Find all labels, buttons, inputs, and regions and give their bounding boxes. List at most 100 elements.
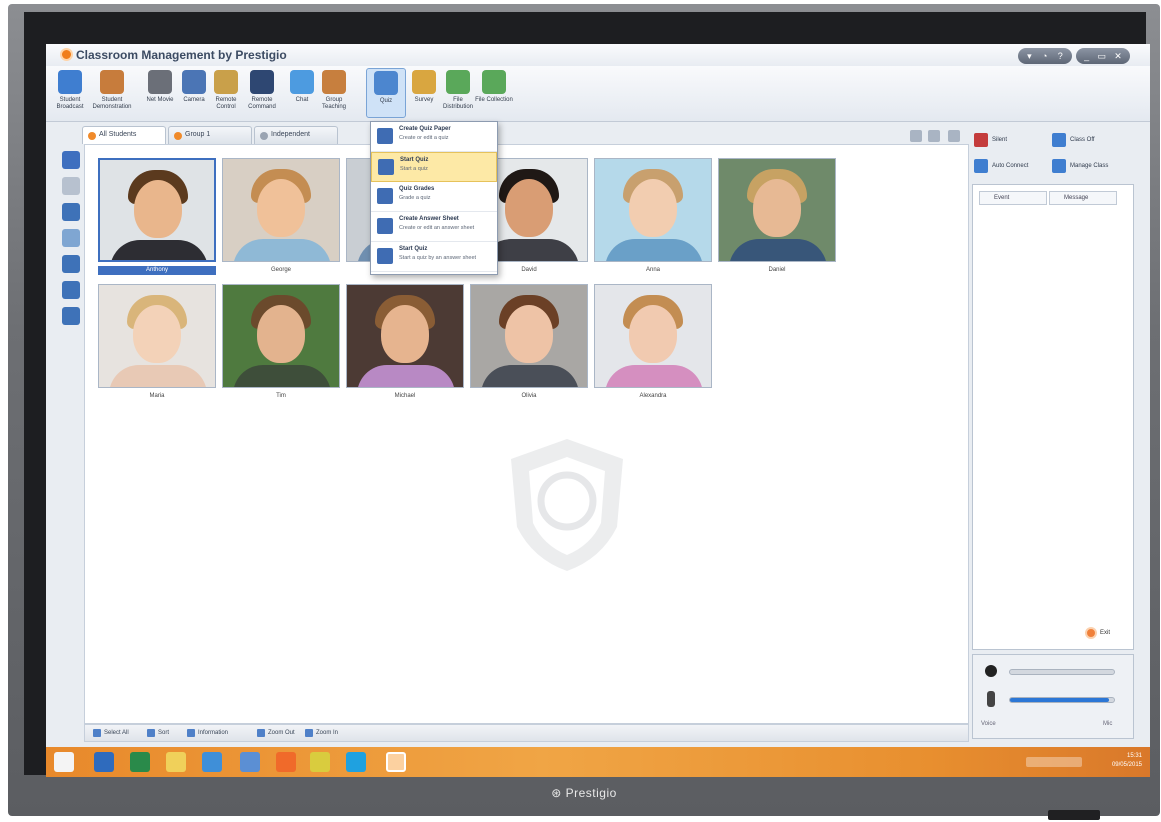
class-off-icon <box>1052 133 1066 147</box>
system-tray[interactable] <box>1026 757 1082 767</box>
student-photo <box>222 158 340 262</box>
status-select-all-button[interactable]: Select All <box>93 729 129 737</box>
internet-explorer-icon[interactable] <box>202 752 222 772</box>
class-off-button[interactable]: Class Off <box>1052 130 1095 150</box>
tab-group-1[interactable]: Group 1 <box>168 126 252 144</box>
view-options-icon[interactable] <box>948 130 960 142</box>
ribbon-button-label: Group Teaching <box>321 97 347 110</box>
dropdown-icon[interactable]: ▾ <box>1027 51 1032 62</box>
quiz-menu-item[interactable]: Create Answer Sheet Create or edit an ans… <box>371 212 497 242</box>
start-icon[interactable] <box>54 752 74 772</box>
quiz-menu-item[interactable]: Start Quiz Start a quiz by an answer shee… <box>371 242 497 272</box>
ribbon-button-quiz[interactable]: Quiz <box>366 68 406 118</box>
silent-button[interactable]: Silent <box>974 130 1007 150</box>
document-view-icon[interactable] <box>62 255 80 273</box>
student-photo <box>594 284 712 388</box>
ribbon-button-group-teaching[interactable]: Group Teaching <box>314 68 354 118</box>
user-view-icon[interactable] <box>62 281 80 299</box>
status-zoom-out-button[interactable]: Zoom Out <box>257 729 295 737</box>
quiz-menu-item[interactable]: Start Quiz Start a quiz <box>371 152 497 182</box>
manage-class-label: Manage Class <box>1070 163 1109 169</box>
network-icon[interactable] <box>240 752 260 772</box>
ribbon-button-student-broadcast[interactable]: Student Broadcast <box>50 68 90 118</box>
ribbon-button-remote-command[interactable]: Remote Command <box>242 68 282 118</box>
window-tools-group: ▾ ◔ ? <box>1018 48 1072 64</box>
quiz-menu-item[interactable]: Create Quiz Paper Create or edit a quiz <box>371 122 497 152</box>
student-tile[interactable]: Michael <box>346 284 464 401</box>
firefox-icon[interactable] <box>276 752 296 772</box>
status-item-label: Zoom Out <box>268 730 295 736</box>
menu-item-title: Start Quiz <box>400 157 429 163</box>
screen-view-icon[interactable] <box>62 229 80 247</box>
tab-all-students[interactable]: All Students <box>82 126 166 144</box>
mic-volume-slider[interactable] <box>1009 697 1115 703</box>
survey-icon <box>412 70 436 94</box>
list-view-icon[interactable] <box>62 177 80 195</box>
close-button[interactable]: ✕ <box>1114 51 1122 62</box>
status-sort-button[interactable]: Sort <box>147 729 169 737</box>
event-message-panel: Event Message Exit <box>972 184 1134 650</box>
student-tile[interactable]: Olivia <box>470 284 588 401</box>
tab-status-icon <box>174 132 182 140</box>
ribbon-button-student-demonstration[interactable]: Student Demonstration <box>92 68 132 118</box>
skin-icon[interactable]: ◔ <box>1042 51 1047 61</box>
student-name: Olivia <box>521 393 537 399</box>
student-tile[interactable]: Maria <box>98 284 216 401</box>
classroom-app-icon[interactable] <box>386 752 406 772</box>
chrome-icon[interactable] <box>310 752 330 772</box>
menu-item-description: Start a quiz <box>400 166 428 172</box>
tab-status-icon <box>260 132 268 140</box>
grid-view-icon[interactable] <box>62 151 80 169</box>
manage-class-button[interactable]: Manage Class <box>1052 156 1108 176</box>
ribbon-button-file-collection[interactable]: File Collection <box>474 68 514 118</box>
student-tile[interactable]: Daniel <box>718 158 836 275</box>
remote-control-icon <box>214 70 238 94</box>
menu-item-title: Create Answer Sheet <box>399 216 459 222</box>
file-explorer-icon[interactable] <box>166 752 186 772</box>
student-tile[interactable]: Anna <box>594 158 712 275</box>
ribbon-toolbar: Student Broadcast Student Demonstration Ne… <box>46 66 1150 122</box>
quiz-menu-item[interactable]: Quiz Grades Grade a quiz <box>371 182 497 212</box>
view-list-icon[interactable] <box>910 130 922 142</box>
student-tile[interactable]: Alexandra <box>594 284 712 401</box>
student-tile[interactable]: George <box>222 158 340 275</box>
select-all-icon <box>93 729 101 737</box>
taskbar-clock[interactable]: 15:31 09/05/2015 <box>1112 752 1142 770</box>
zoom-in-icon <box>305 729 313 737</box>
speaker-volume-slider[interactable] <box>1009 669 1115 675</box>
edit-view-icon[interactable] <box>62 307 80 325</box>
tab-event[interactable]: Event <box>979 191 1047 205</box>
excel-icon[interactable] <box>130 752 150 772</box>
student-name: Alexandra <box>639 393 667 399</box>
tab-independent[interactable]: Independent <box>254 126 338 144</box>
minimize-button[interactable]: _ <box>1084 51 1089 61</box>
ribbon-button-file-distribution[interactable]: File Distribution <box>438 68 478 118</box>
student-photo <box>718 158 836 262</box>
status-item-label: Information <box>198 730 229 736</box>
monitor-frame: Classroom Management by Prestigio ▾ ◔ ? … <box>8 4 1160 820</box>
tab-message[interactable]: Message <box>1049 191 1117 205</box>
monitor-icon <box>58 70 82 94</box>
help-icon[interactable]: ? <box>1058 51 1063 61</box>
status-information-button[interactable]: Information <box>187 729 228 737</box>
zoom-out-icon <box>257 729 265 737</box>
maximize-button[interactable]: ▭ <box>1097 51 1106 62</box>
student-name: Tim <box>276 393 286 399</box>
ribbon-button-remote-control[interactable]: Remote Control <box>206 68 246 118</box>
view-thumbnail-icon[interactable] <box>928 130 940 142</box>
student-name: Daniel <box>768 267 786 273</box>
student-photo <box>346 284 464 388</box>
status-zoom-in-button[interactable]: Zoom In <box>305 729 338 737</box>
student-tile[interactable]: Anthony <box>98 158 216 275</box>
student-photo <box>470 284 588 388</box>
outlook-icon[interactable] <box>94 752 114 772</box>
student-view-icon[interactable] <box>62 203 80 221</box>
skype-icon[interactable] <box>346 752 366 772</box>
file-distribution-icon <box>446 70 470 94</box>
exit-button[interactable]: Exit <box>1085 627 1110 639</box>
auto-connect-button[interactable]: Auto Connect <box>974 156 1028 176</box>
student-grid: AnthonyGeorgeOliverDavidAnnaDanielMariaT… <box>84 144 969 724</box>
student-tile[interactable]: Tim <box>222 284 340 401</box>
tab-message-label: Message <box>1064 195 1089 201</box>
monitor-power-button[interactable] <box>1048 810 1100 820</box>
